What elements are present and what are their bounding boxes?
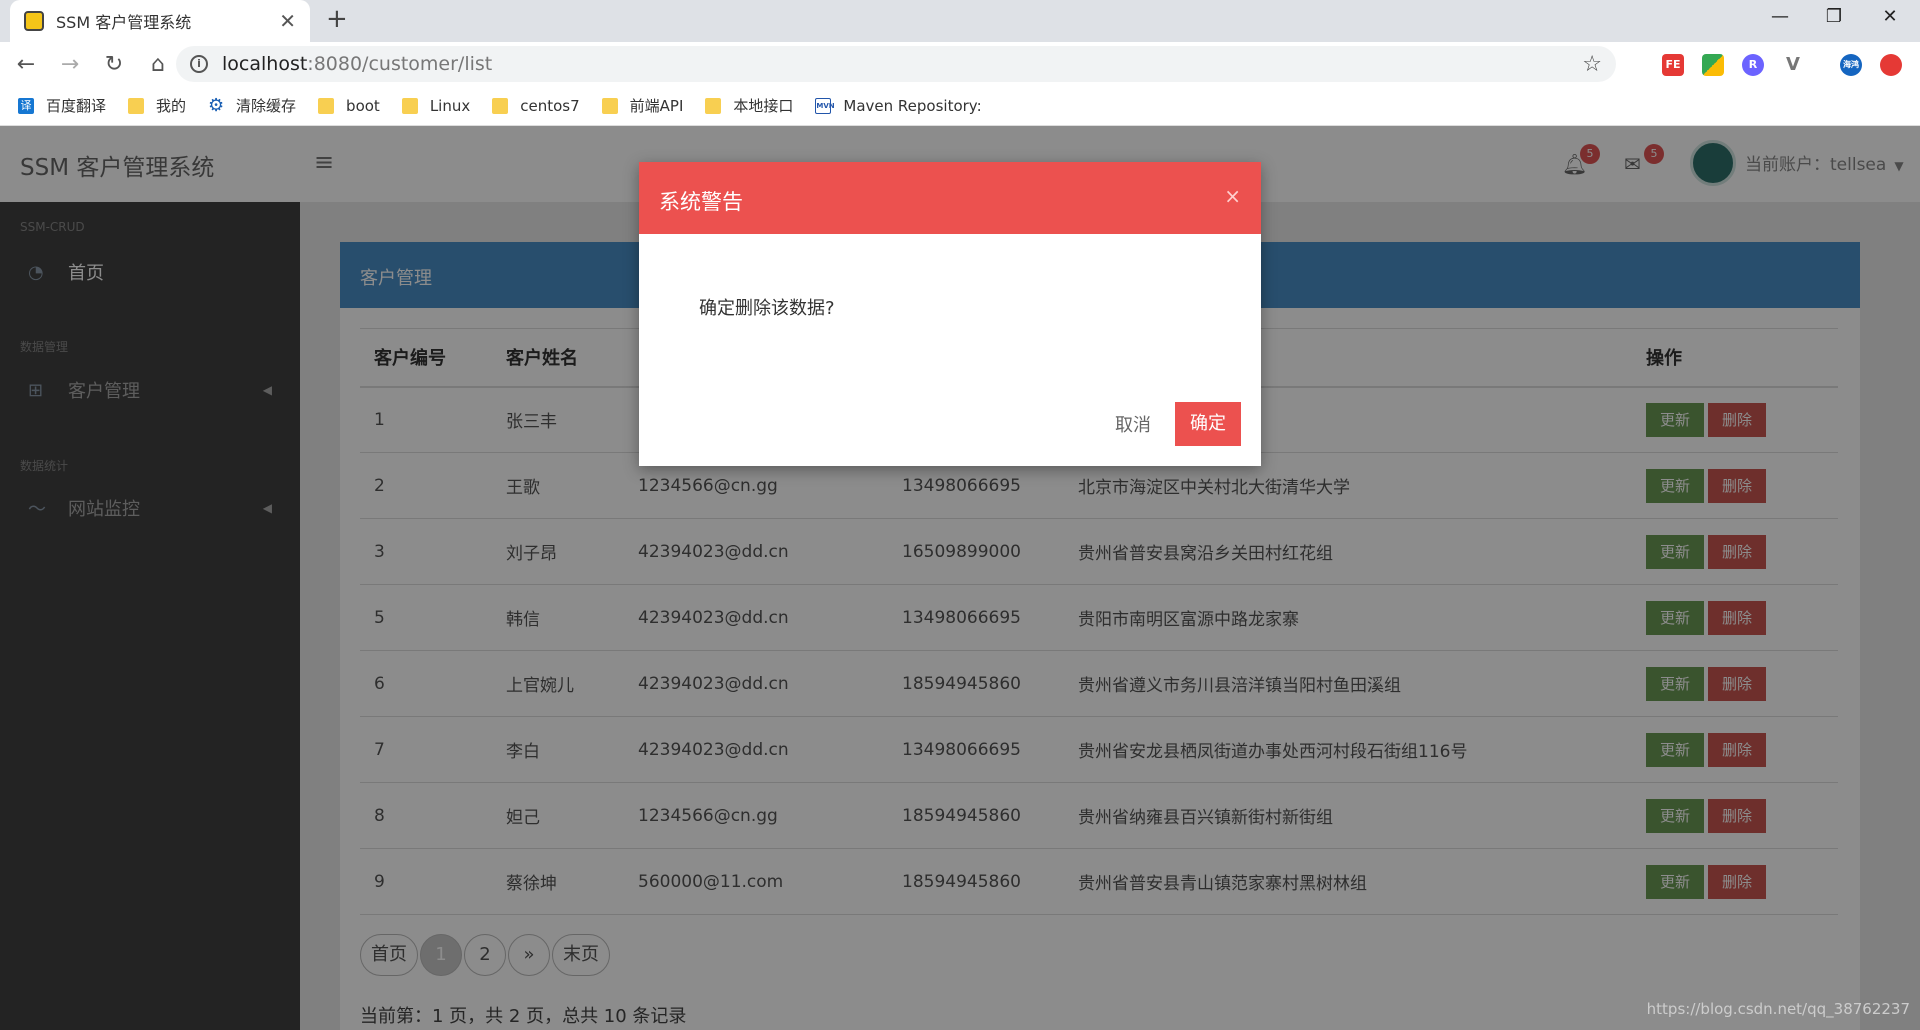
bookmark-clear-cache[interactable]: ⚙ 清除缓存: [208, 95, 296, 116]
bookmark-centos7[interactable]: centos7: [492, 97, 580, 115]
extension-color-icon[interactable]: [1702, 54, 1724, 76]
folder-icon: [705, 97, 722, 114]
tab-title: SSM 客户管理系统: [56, 13, 192, 32]
site-info-icon[interactable]: i: [190, 55, 208, 73]
browser-address-bar: ← → ↻ ⌂ i localhost:8080/customer/list ☆…: [0, 42, 1920, 86]
dialog-title: 系统警告: [659, 190, 743, 214]
home-icon[interactable]: ⌂: [140, 52, 176, 77]
browser-tab[interactable]: SSM 客户管理系统 ✕: [10, 0, 310, 42]
bookmarks-bar: 译百度翻译 我的 ⚙ 清除缓存 boot Linux centos7 前端API …: [0, 86, 1920, 126]
browser-tab-bar: SSM 客户管理系统 ✕ + — ❐ ✕: [0, 0, 1920, 42]
window-close-button[interactable]: ✕: [1870, 6, 1910, 27]
folder-icon: [401, 97, 418, 114]
bookmark-maven[interactable]: MVN Maven Repository:: [815, 97, 982, 115]
reload-icon[interactable]: ↻: [96, 52, 132, 77]
extension-haihong-icon[interactable]: 海鸿: [1840, 54, 1862, 76]
watermark: https://blog.csdn.net/qq_38762237: [1646, 1000, 1910, 1018]
close-icon[interactable]: ×: [1224, 184, 1241, 208]
gear-icon: ⚙: [208, 94, 225, 116]
bookmark-boot[interactable]: boot: [318, 97, 380, 115]
url-text: localhost:8080/customer/list: [222, 53, 493, 75]
bookmark-frontend-api[interactable]: 前端API: [601, 95, 683, 116]
folder-icon: [318, 97, 335, 114]
maven-icon: MVN: [815, 97, 835, 114]
extension-v-icon[interactable]: V: [1782, 54, 1804, 76]
bookmark-baidu-translate[interactable]: 译百度翻译: [18, 95, 106, 116]
folder-icon: [128, 97, 145, 114]
tab-favicon-icon: [24, 11, 44, 31]
url-input[interactable]: i localhost:8080/customer/list ☆: [176, 46, 1616, 82]
cancel-button[interactable]: 取消: [1115, 411, 1151, 437]
dialog-header: 系统警告 ×: [639, 162, 1261, 234]
extension-r-icon[interactable]: R: [1742, 54, 1764, 76]
confirm-button[interactable]: 确定: [1175, 402, 1241, 446]
forward-arrow-icon[interactable]: →: [52, 52, 88, 77]
bookmark-local-api[interactable]: 本地接口: [705, 95, 793, 116]
bookmark-mine[interactable]: 我的: [128, 95, 186, 116]
translate-icon: 译: [18, 97, 34, 114]
tab-close-icon[interactable]: ✕: [279, 9, 296, 33]
folder-icon: [492, 97, 509, 114]
confirm-delete-dialog: 系统警告 × 确定删除该数据? 取消 确定: [639, 162, 1261, 466]
back-arrow-icon[interactable]: ←: [8, 52, 44, 77]
dialog-footer: 取消 确定: [1115, 402, 1241, 446]
window-minimize-button[interactable]: —: [1760, 6, 1800, 27]
extension-fe-icon[interactable]: FE: [1662, 54, 1684, 76]
bookmark-star-icon[interactable]: ☆: [1582, 52, 1602, 77]
new-tab-button[interactable]: +: [326, 4, 348, 34]
dialog-message: 确定删除该数据?: [699, 298, 835, 319]
bookmark-linux[interactable]: Linux: [401, 97, 470, 115]
window-maximize-button[interactable]: ❐: [1814, 6, 1854, 27]
folder-icon: [601, 97, 618, 114]
extension-upload-icon[interactable]: [1880, 54, 1902, 76]
